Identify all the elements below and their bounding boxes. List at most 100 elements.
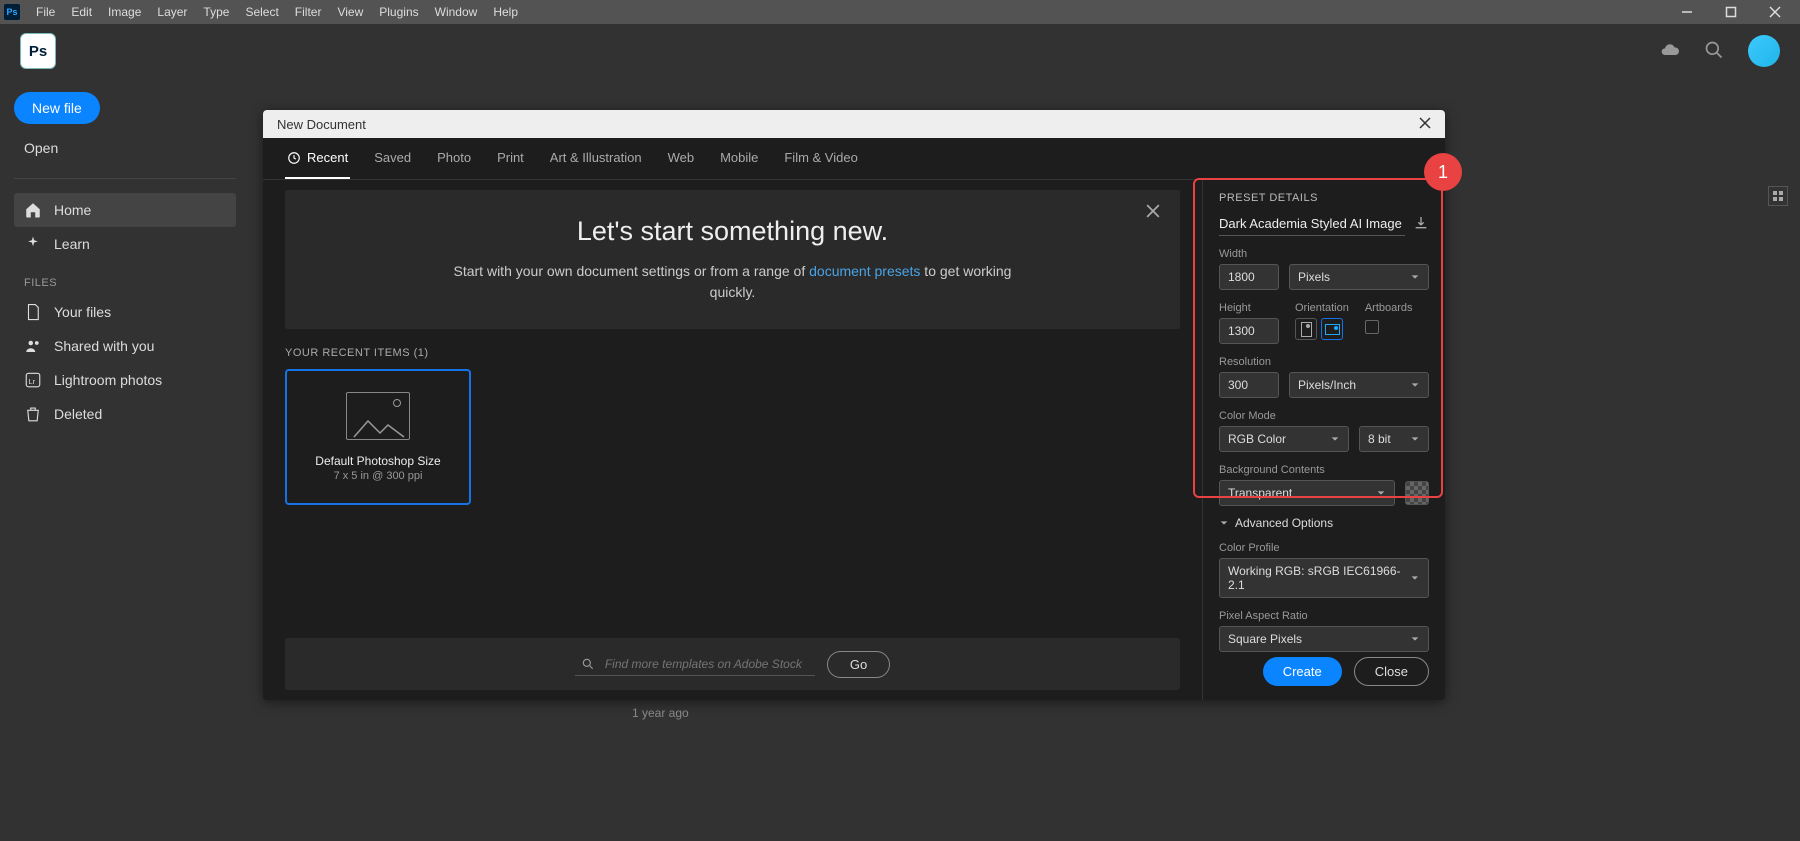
color-mode-label: Color Mode <box>1219 410 1429 422</box>
trash-icon <box>24 405 42 423</box>
advanced-options-toggle[interactable]: Advanced Options <box>1219 516 1429 530</box>
create-button[interactable]: Create <box>1263 657 1342 686</box>
minimize-icon[interactable] <box>1680 5 1694 19</box>
sidebar-label: Learn <box>54 236 90 252</box>
new-file-button[interactable]: New file <box>14 92 100 124</box>
sparkle-icon <box>24 235 42 253</box>
people-icon <box>24 337 42 355</box>
annotation-badge: 1 <box>1424 153 1462 191</box>
tab-mobile[interactable]: Mobile <box>718 138 760 179</box>
chevron-down-icon <box>1410 380 1420 390</box>
tab-film[interactable]: Film & Video <box>782 138 859 179</box>
document-presets-link[interactable]: document presets <box>809 263 920 279</box>
dialog-close-button[interactable] <box>1419 117 1431 132</box>
tab-photo[interactable]: Photo <box>435 138 473 179</box>
hero-banner: Let's start something new. Start with yo… <box>285 190 1180 329</box>
template-search-input[interactable] <box>605 657 805 671</box>
resolution-input[interactable] <box>1219 372 1279 398</box>
menubar: Ps File Edit Image Layer Type Select Fil… <box>0 0 1800 24</box>
avatar[interactable] <box>1748 35 1780 67</box>
sidebar-item-yourfiles[interactable]: Your files <box>14 295 236 329</box>
orientation-landscape[interactable] <box>1321 318 1343 340</box>
tab-saved[interactable]: Saved <box>372 138 413 179</box>
height-input[interactable] <box>1219 318 1279 344</box>
search-icon[interactable] <box>1704 40 1724 63</box>
template-search-bar: Go <box>285 638 1180 690</box>
preset-details-title: PRESET DETAILS <box>1219 192 1429 204</box>
menu-type[interactable]: Type <box>195 5 237 19</box>
sidebar-item-shared[interactable]: Shared with you <box>14 329 236 363</box>
app-header: Ps <box>0 24 1800 78</box>
menu-view[interactable]: View <box>329 5 371 19</box>
orientation-portrait[interactable] <box>1295 318 1317 340</box>
sidebar-label: Deleted <box>54 406 102 422</box>
resolution-units-dropdown[interactable]: Pixels/Inch <box>1289 372 1429 398</box>
svg-text:Lr: Lr <box>29 377 36 386</box>
height-label: Height <box>1219 302 1279 314</box>
artboards-label: Artboards <box>1365 302 1413 314</box>
tab-web[interactable]: Web <box>666 138 697 179</box>
sidebar-label: Shared with you <box>54 338 154 354</box>
preset-name-input[interactable] <box>1219 212 1405 236</box>
tabs-row: Recent Saved Photo Print Art & Illustrat… <box>263 138 1445 180</box>
tab-recent[interactable]: Recent <box>285 138 350 179</box>
mountains-icon <box>352 415 406 439</box>
open-button[interactable]: Open <box>14 132 68 164</box>
sidebar-item-lightroom[interactable]: Lr Lightroom photos <box>14 363 236 397</box>
menu-help[interactable]: Help <box>485 5 526 19</box>
divider <box>14 178 236 179</box>
preset-card[interactable]: Default Photoshop Size 7 x 5 in @ 300 pp… <box>285 369 471 505</box>
bg-dropdown[interactable]: Transparent <box>1219 480 1395 506</box>
menu-select[interactable]: Select <box>237 5 286 19</box>
menu-file[interactable]: File <box>28 5 63 19</box>
units-dropdown[interactable]: Pixels <box>1289 264 1429 290</box>
chevron-down-icon <box>1219 518 1229 528</box>
width-input[interactable] <box>1219 264 1279 290</box>
preset-details-panel: PRESET DETAILS Width Pixels Height Orien… <box>1202 180 1445 700</box>
pixel-aspect-dropdown[interactable]: Square Pixels <box>1219 626 1429 652</box>
tab-art[interactable]: Art & Illustration <box>548 138 644 179</box>
menu-window[interactable]: Window <box>427 5 486 19</box>
tab-print[interactable]: Print <box>495 138 526 179</box>
cloud-icon[interactable] <box>1660 40 1680 63</box>
menu-filter[interactable]: Filter <box>287 5 330 19</box>
grid-view-button[interactable] <box>1768 186 1788 206</box>
recent-items-label: YOUR RECENT ITEMS (1) <box>285 347 1180 359</box>
bg-color-swatch[interactable] <box>1405 481 1429 505</box>
go-button[interactable]: Go <box>827 651 890 678</box>
home-sidebar: New file Open Home Learn FILES Your file… <box>0 78 250 445</box>
preset-card-subtitle: 7 x 5 in @ 300 ppi <box>334 470 423 482</box>
artboards-checkbox[interactable] <box>1365 320 1379 334</box>
maximize-icon[interactable] <box>1724 5 1738 19</box>
bit-depth-dropdown[interactable]: 8 bit <box>1359 426 1429 452</box>
close-button[interactable]: Close <box>1354 657 1429 686</box>
sidebar-item-learn[interactable]: Learn <box>14 227 236 261</box>
menu-image[interactable]: Image <box>100 5 149 19</box>
color-mode-dropdown[interactable]: RGB Color <box>1219 426 1349 452</box>
sidebar-item-home[interactable]: Home <box>14 193 236 227</box>
menu-plugins[interactable]: Plugins <box>371 5 426 19</box>
preset-thumbnail <box>346 392 410 440</box>
file-icon <box>24 303 42 321</box>
main-panel: Let's start something new. Start with yo… <box>263 180 1202 700</box>
save-preset-icon[interactable] <box>1413 215 1429 234</box>
chevron-down-icon <box>1330 434 1340 444</box>
resolution-label: Resolution <box>1219 356 1429 368</box>
menu-layer[interactable]: Layer <box>149 5 195 19</box>
chevron-down-icon <box>1410 634 1420 644</box>
files-section-label: FILES <box>14 261 236 295</box>
tab-label: Recent <box>307 150 348 165</box>
ps-logo: Ps <box>20 33 56 69</box>
color-profile-dropdown[interactable]: Working RGB: sRGB IEC61966-2.1 <box>1219 558 1429 598</box>
sidebar-item-deleted[interactable]: Deleted <box>14 397 236 431</box>
timestamp-text: 1 year ago <box>632 706 689 720</box>
sidebar-label: Home <box>54 202 91 218</box>
menu-edit[interactable]: Edit <box>63 5 100 19</box>
hero-close-button[interactable] <box>1146 204 1160 221</box>
clock-icon <box>287 151 301 165</box>
color-profile-label: Color Profile <box>1219 542 1429 554</box>
chevron-down-icon <box>1410 272 1420 282</box>
hero-title: Let's start something new. <box>311 216 1154 247</box>
new-document-dialog: New Document Recent Saved Photo Print Ar… <box>263 110 1445 700</box>
close-icon[interactable] <box>1768 5 1782 19</box>
